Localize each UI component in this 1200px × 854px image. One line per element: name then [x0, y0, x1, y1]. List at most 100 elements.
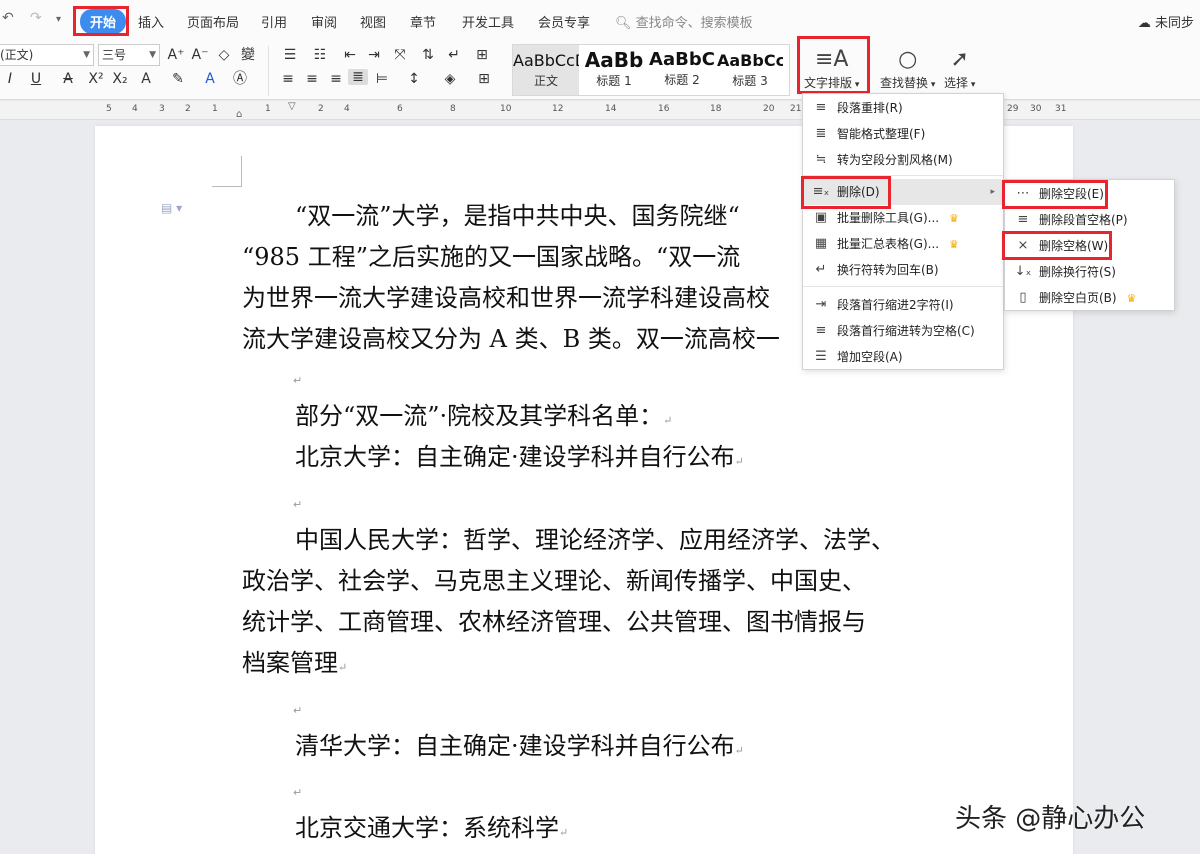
indent-marker-icon[interactable]: ⌂ — [236, 109, 242, 120]
ruler-number: 3 — [159, 104, 165, 114]
line-spacing-icon[interactable]: ↕ — [404, 71, 424, 87]
tab-member[interactable]: 会员专享 — [538, 12, 590, 31]
show-marks-icon[interactable]: ↵ — [444, 47, 464, 63]
distributed-icon[interactable]: ⊨ — [372, 71, 392, 87]
italic-icon[interactable]: I — [0, 71, 20, 87]
decrease-indent-icon[interactable]: ⇤ — [340, 47, 360, 63]
search-input[interactable]: 查找命令、搜索模板 — [636, 16, 753, 31]
search-icon: ○ — [898, 47, 918, 72]
ruler-number: 10 — [500, 104, 512, 114]
align-center-icon[interactable]: ≡ — [302, 71, 322, 87]
ruler-number: 30 — [1030, 104, 1042, 114]
menu-item-label: 增加空段(A) — [837, 350, 903, 364]
phonetic-icon[interactable]: 變 — [238, 47, 258, 63]
grow-font-icon[interactable]: A⁺ — [166, 47, 186, 63]
menu-item-paragraph-reflow[interactable]: ≡ 段落重排(R) — [803, 95, 1003, 121]
text-effect-icon[interactable]: A — [136, 71, 156, 87]
clear-format-icon[interactable]: ◇ — [214, 47, 234, 63]
paragraph-mark: ↵ — [338, 661, 348, 674]
style-heading-1[interactable]: AaBb 标题 1 — [581, 45, 647, 95]
highlight-icon[interactable]: ✎ — [168, 71, 188, 87]
ruler-number: 20 — [763, 104, 775, 114]
tab-view[interactable]: 视图 — [360, 12, 386, 31]
wps-writer-window: ↶ ↷ ▾ 开始 插入 页面布局 引用 审阅 视图 章节 开发工具 会员专享 🔍… — [0, 0, 1200, 854]
first-line-indent-icon[interactable]: ▽ — [288, 101, 296, 112]
find-replace-button[interactable]: ○ 查找替换 ▾ — [880, 46, 935, 91]
tab-chapter[interactable]: 章节 — [410, 12, 436, 31]
body-line: 档案管理↵ — [242, 643, 347, 688]
body-line: “985 工程”之后实施的又一国家战略。“双一流 — [242, 243, 741, 271]
justify-icon[interactable]: ≣ — [348, 69, 368, 85]
menu-item-newline-convert[interactable]: ↵ 换行符转为回车(B) — [803, 257, 1003, 283]
menu-item-indent[interactable]: ⇥ 段落首行缩进2字符(I) — [803, 292, 1003, 318]
indent-space-icon: ≡ — [815, 323, 827, 338]
bjtu-text: 北京交通大学：系统科学 — [295, 814, 559, 842]
menu-item-table-summary[interactable]: ▦ 批量汇总表格(G)... ♛ — [803, 231, 1003, 257]
paragraph-handle-icon[interactable]: ▤ ▾ — [161, 201, 182, 215]
tab-page-layout[interactable]: 页面布局 — [187, 12, 239, 31]
menu-item-delete-blank-page[interactable]: ▯ 删除空白页(B) ♛ — [1005, 285, 1174, 311]
menu-item-delete-newline[interactable]: ↓ₓ 删除换行符(S) — [1005, 259, 1174, 285]
horizontal-ruler[interactable]: 5 4 3 2 1 1 2 4 6 8 10 12 14 16 18 20 21… — [0, 101, 1200, 120]
paragraph-mark: ↵ — [663, 414, 673, 427]
menu-item-delete-leading-space[interactable]: ≡ 删除段首空格(P) — [1005, 207, 1174, 233]
style-heading-2[interactable]: AaBbC 标题 2 — [649, 45, 715, 95]
vip-crown-icon: ♛ — [948, 212, 959, 225]
underline-icon[interactable]: U — [26, 71, 46, 87]
margin-corner — [241, 156, 242, 186]
font-size-select[interactable]: 三号 ▼ — [98, 44, 160, 66]
tab-developer[interactable]: 开发工具 — [462, 12, 514, 31]
style-sample: AaBbCc — [717, 51, 783, 70]
text-layout-highlight — [797, 36, 870, 94]
menu-item-smart-format[interactable]: ≣ 智能格式整理(F) — [803, 121, 1003, 147]
delete-leading-space-icon: ≡ — [1017, 212, 1029, 227]
style-name: 标题 3 — [732, 74, 768, 88]
numbered-list-icon[interactable]: ☷ — [310, 47, 330, 63]
ruler-number: 2 — [318, 104, 324, 114]
menu-item-label: 换行符转为回车(B) — [837, 263, 939, 277]
redo-icon[interactable]: ↷ — [30, 10, 42, 26]
paragraph-mark: ↵ — [559, 826, 569, 839]
chevron-down-icon[interactable]: ▾ — [56, 14, 61, 25]
ribbon-tab-bar: ↶ ↷ ▾ 开始 插入 页面布局 引用 审阅 视图 章节 开发工具 会员专享 🔍… — [0, 0, 1200, 40]
tab-references[interactable]: 引用 — [261, 12, 287, 31]
menu-item-split-style[interactable]: ≒ 转为空段分割风格(M) — [803, 147, 1003, 173]
strikethrough-icon[interactable]: A — [58, 71, 78, 87]
align-left-icon[interactable]: ≡ — [278, 71, 298, 87]
menu-item-add-paragraph[interactable]: ☰ 增加空段(A) — [803, 344, 1003, 370]
table-tabs-icon[interactable]: ⊞ — [472, 47, 492, 63]
char-border-icon[interactable]: Ⓐ — [230, 71, 250, 87]
undo-icon[interactable]: ↶ — [2, 10, 14, 26]
font-family-select[interactable]: (正文) ▼ — [0, 44, 94, 66]
sort-icon[interactable]: ⇅ — [418, 47, 438, 63]
align-right-icon[interactable]: ≡ — [326, 71, 346, 87]
command-search[interactable]: 🔍︎ 查找命令、搜索模板 — [615, 12, 753, 31]
superscript-icon[interactable]: X² — [86, 71, 106, 87]
watermark: 头条 @静心办公 — [955, 804, 1146, 834]
style-normal[interactable]: AaBbCcDd 正文 — [513, 45, 579, 95]
tab-insert[interactable]: 插入 — [138, 12, 164, 31]
chinese-layout-icon[interactable]: ⤧ — [390, 47, 410, 63]
menu-item-label: 段落首行缩进2字符(I) — [837, 298, 954, 312]
search-icon: 🔍︎ — [615, 16, 632, 31]
shrink-font-icon[interactable]: A⁻ — [190, 47, 210, 63]
indent-icon: ⇥ — [815, 297, 827, 312]
shading-icon[interactable]: ◈ — [440, 71, 460, 87]
menu-item-indent-space[interactable]: ≡ 段落首行缩进转为空格(C) — [803, 318, 1003, 344]
font-color-icon[interactable]: A — [200, 71, 220, 87]
body-line: 中国人民大学：哲学、理论经济学、应用经济学、法学、 — [295, 526, 895, 554]
margin-corner — [212, 186, 242, 187]
ruler-number: 12 — [552, 104, 564, 114]
menu-item-label: 段落首行缩进转为空格(C) — [837, 324, 975, 338]
increase-indent-icon[interactable]: ⇥ — [364, 47, 384, 63]
pku-line: 北京大学：自主确定·建设学科并自行公布↵ — [295, 437, 744, 482]
vip-crown-icon: ♛ — [948, 238, 959, 251]
sync-status[interactable]: ☁ 未同步 — [1138, 12, 1194, 31]
subscript-icon[interactable]: X₂ — [110, 71, 130, 87]
style-heading-3[interactable]: AaBbCc 标题 3 — [717, 45, 783, 95]
tab-review[interactable]: 审阅 — [311, 12, 337, 31]
borders-icon[interactable]: ⊞ — [474, 71, 494, 87]
select-button[interactable]: ➚ 选择 ▾ — [944, 46, 975, 91]
bullet-list-icon[interactable]: ☰ — [280, 47, 300, 63]
toolbar-divider — [268, 46, 269, 96]
